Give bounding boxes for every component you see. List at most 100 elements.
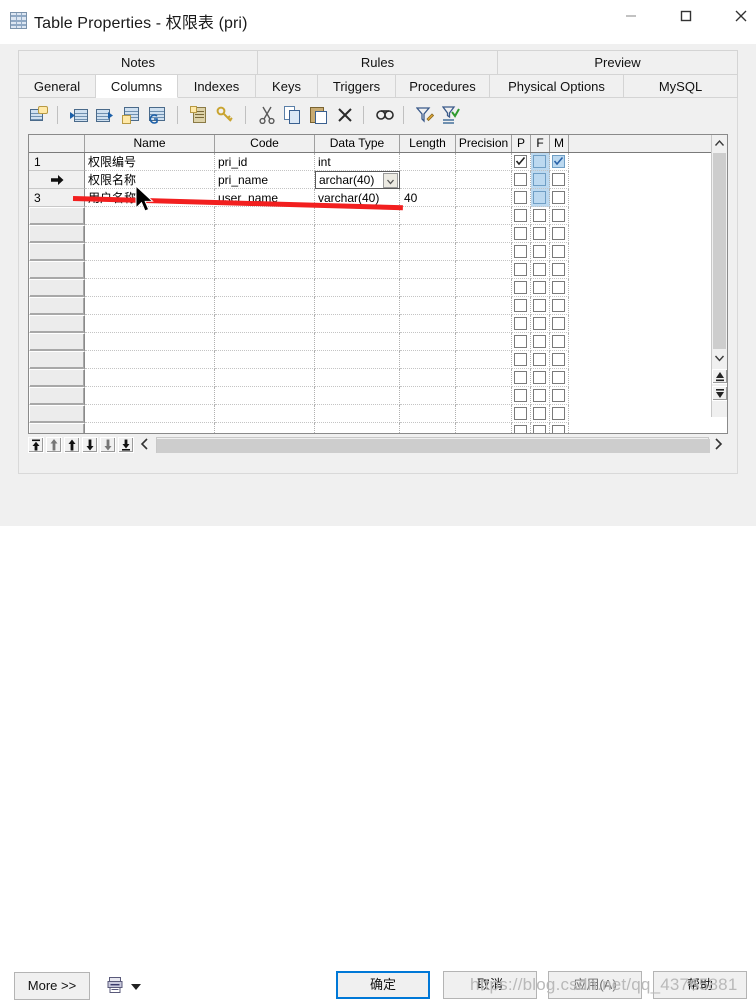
cell-empty[interactable] <box>215 351 315 369</box>
cell-mandatory[interactable] <box>550 171 569 189</box>
add-row-icon[interactable] <box>93 103 117 127</box>
table-row[interactable]: 1 权限编号 pri_id int <box>29 153 727 171</box>
scrollbar-thumb[interactable] <box>713 153 726 349</box>
cell-empty[interactable] <box>85 279 215 297</box>
cell-empty[interactable] <box>400 369 456 387</box>
row-header-empty[interactable] <box>29 261 85 279</box>
table-row[interactable] <box>29 405 727 423</box>
cell-empty[interactable] <box>315 315 400 333</box>
cell-empty[interactable] <box>215 297 315 315</box>
print-report-icon[interactable] <box>107 976 125 994</box>
minimize-button[interactable] <box>608 0 654 32</box>
checkbox-f[interactable] <box>533 281 546 294</box>
cell-foreign[interactable] <box>531 261 550 279</box>
cell-empty[interactable] <box>85 243 215 261</box>
cell-empty[interactable] <box>85 423 215 433</box>
cell-empty[interactable] <box>400 351 456 369</box>
cell-primary[interactable] <box>512 351 531 369</box>
table-row[interactable] <box>29 315 727 333</box>
row-header-3[interactable]: 3 <box>29 189 85 207</box>
cell-primary[interactable] <box>512 243 531 261</box>
cell-empty[interactable] <box>400 423 456 433</box>
cell-code[interactable]: pri_name <box>215 171 315 189</box>
move-first-button[interactable] <box>28 437 44 453</box>
cell-mandatory[interactable] <box>550 351 569 369</box>
apply-button[interactable]: 应用(A) <box>548 971 642 999</box>
table-row[interactable] <box>29 333 727 351</box>
row-header-empty[interactable] <box>29 387 85 405</box>
row-header-2[interactable] <box>29 171 85 189</box>
cell-empty[interactable] <box>400 225 456 243</box>
cell-primary[interactable] <box>512 225 531 243</box>
cell-primary[interactable] <box>512 207 531 225</box>
checkbox-p[interactable] <box>514 389 527 402</box>
cell-empty[interactable] <box>400 261 456 279</box>
cell-code[interactable]: user_name <box>215 189 315 207</box>
checkbox-f[interactable] <box>533 371 546 384</box>
checkbox-p[interactable] <box>514 425 527 433</box>
scroll-left-button[interactable] <box>138 437 154 453</box>
grid-header-m[interactable]: M <box>550 135 569 152</box>
cell-empty[interactable] <box>85 225 215 243</box>
filter-apply-icon[interactable] <box>439 103 463 127</box>
cell-foreign[interactable] <box>531 405 550 423</box>
table-row[interactable] <box>29 243 727 261</box>
grid-header-precision[interactable]: Precision <box>456 135 512 152</box>
cell-empty[interactable] <box>85 351 215 369</box>
cell-empty[interactable] <box>400 207 456 225</box>
checkbox-m[interactable] <box>552 299 565 312</box>
grid-header-p[interactable]: P <box>512 135 531 152</box>
cell-foreign[interactable] <box>531 315 550 333</box>
checkbox-f[interactable] <box>533 209 546 222</box>
cell-empty[interactable] <box>215 261 315 279</box>
cell-foreign[interactable] <box>531 279 550 297</box>
table-row[interactable] <box>29 351 727 369</box>
grid-header-name[interactable]: Name <box>85 135 215 152</box>
cell-empty[interactable] <box>315 225 400 243</box>
cell-empty[interactable] <box>456 387 512 405</box>
close-button[interactable] <box>718 0 756 32</box>
cell-empty[interactable] <box>315 405 400 423</box>
table-row[interactable] <box>29 225 727 243</box>
grid-vertical-scrollbar[interactable] <box>711 135 727 417</box>
cancel-button[interactable]: 取消 <box>443 971 537 999</box>
checkbox-p[interactable] <box>514 335 527 348</box>
cell-empty[interactable] <box>215 405 315 423</box>
row-header-empty[interactable] <box>29 405 85 423</box>
cell-foreign[interactable] <box>531 423 550 433</box>
checkbox-m[interactable] <box>552 173 565 186</box>
cell-empty[interactable] <box>315 333 400 351</box>
cell-foreign[interactable] <box>531 225 550 243</box>
tab-preview[interactable]: Preview <box>498 50 738 74</box>
print-dropdown-icon[interactable] <box>131 984 141 990</box>
delete-icon[interactable] <box>333 103 357 127</box>
cell-mandatory[interactable] <box>550 387 569 405</box>
horizontal-scrollbar-track[interactable] <box>156 437 710 453</box>
cell-name[interactable]: 用户名称 <box>85 189 215 207</box>
checkbox-m[interactable] <box>552 335 565 348</box>
cell-primary[interactable] <box>512 189 531 207</box>
checkbox-p[interactable] <box>514 353 527 366</box>
cell-empty[interactable] <box>400 387 456 405</box>
cell-empty[interactable] <box>400 405 456 423</box>
cell-datatype-editor[interactable]: archar(40) <box>315 171 400 189</box>
cell-empty[interactable] <box>315 351 400 369</box>
checkbox-f[interactable] <box>533 155 546 168</box>
cell-empty[interactable] <box>456 297 512 315</box>
cell-foreign[interactable] <box>531 297 550 315</box>
cell-mandatory[interactable] <box>550 315 569 333</box>
row-header-empty[interactable] <box>29 351 85 369</box>
cell-mandatory[interactable] <box>550 243 569 261</box>
tab-columns[interactable]: Columns <box>96 74 178 98</box>
cell-mandatory[interactable] <box>550 405 569 423</box>
checkbox-m[interactable] <box>552 155 565 168</box>
table-row[interactable]: 权限名称 pri_name archar(40) <box>29 171 727 189</box>
row-header-empty[interactable] <box>29 297 85 315</box>
cut-icon[interactable] <box>255 103 279 127</box>
checkbox-f[interactable] <box>533 425 546 433</box>
cell-empty[interactable] <box>456 243 512 261</box>
cell-empty[interactable] <box>456 351 512 369</box>
row-header-empty[interactable] <box>29 315 85 333</box>
more-button[interactable]: More >> <box>14 972 90 1000</box>
table-row[interactable] <box>29 423 727 433</box>
